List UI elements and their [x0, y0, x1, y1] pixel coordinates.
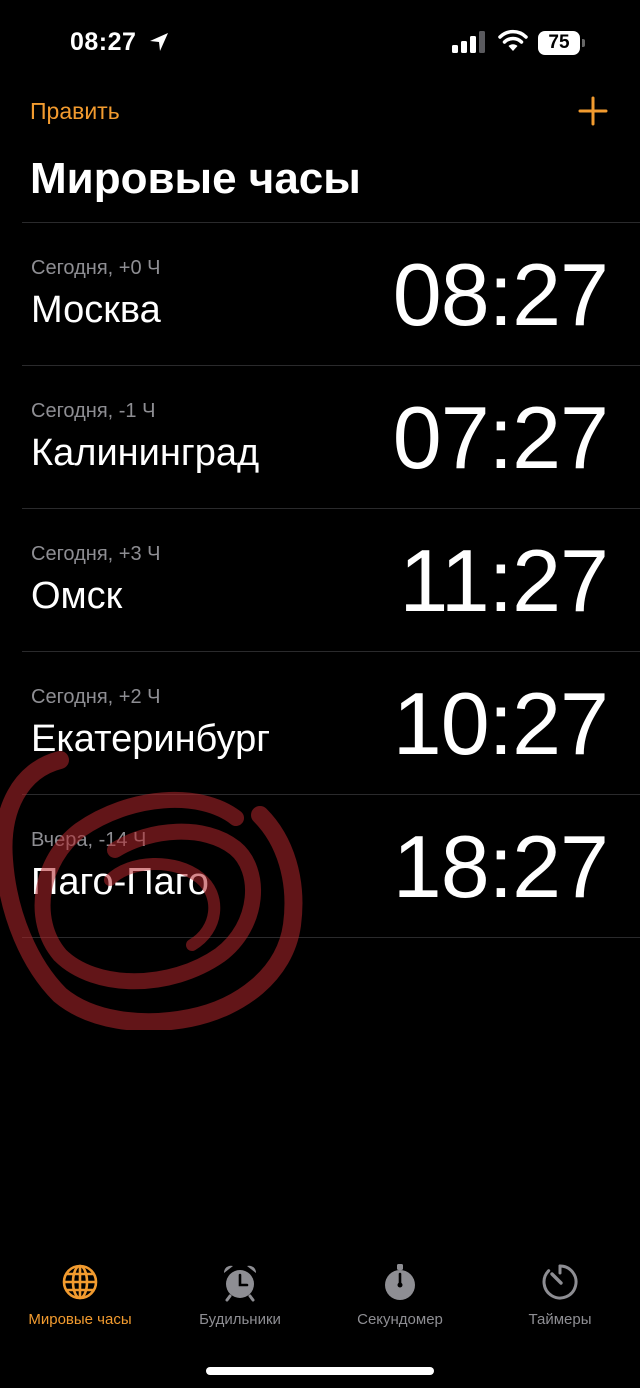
location-arrow-icon	[150, 33, 168, 51]
page-title: Мировые часы	[30, 154, 361, 203]
timer-icon	[542, 1264, 578, 1300]
clock-offset: Сегодня, +2 Ч	[31, 686, 161, 708]
tab-label: Мировые часы	[28, 1311, 132, 1328]
clock-city: Калининград	[31, 432, 260, 474]
battery-icon: 75	[538, 31, 586, 55]
globe-icon	[62, 1264, 98, 1300]
clock-time: 08:27	[392, 245, 609, 344]
tab-bar: Мировые часы Будильники Секундомер Тайме…	[0, 1262, 640, 1342]
tab-timers[interactable]: Таймеры	[480, 1262, 640, 1328]
clock-city: Москва	[31, 289, 161, 331]
tab-label: Будильники	[199, 1311, 281, 1328]
clock-city: Екатеринбург	[31, 718, 271, 760]
clock-offset: Вчера, -14 Ч	[31, 829, 147, 851]
alarm-clock-icon	[223, 1265, 257, 1302]
tab-world-clock[interactable]: Мировые часы	[0, 1262, 160, 1328]
add-icon[interactable]	[576, 94, 610, 128]
tab-label: Таймеры	[528, 1311, 592, 1328]
home-indicator[interactable]	[206, 1367, 434, 1375]
clock-city: Паго-Паго	[31, 861, 209, 903]
clock-row-moscow[interactable]: Сегодня, +0 Ч Москва 08:27	[22, 222, 640, 365]
clock-row-omsk[interactable]: Сегодня, +3 Ч Омск 11:27	[22, 508, 640, 651]
clock-time: 10:27	[392, 674, 609, 773]
clock-row-yekaterinburg[interactable]: Сегодня, +2 Ч Екатеринбург 10:27	[22, 651, 640, 794]
wifi-icon	[498, 29, 528, 51]
battery-level: 75	[548, 32, 570, 53]
status-time: 08:27	[70, 28, 137, 56]
world-clock-list: Сегодня, +0 Ч Москва 08:27 Сегодня, -1 Ч…	[22, 222, 640, 938]
status-bar: 08:27 75	[0, 0, 640, 88]
clock-time: 18:27	[392, 817, 609, 916]
tab-label: Секундомер	[357, 1311, 443, 1328]
clock-row-pago-pago[interactable]: Вчера, -14 Ч Паго-Паго 18:27	[22, 794, 640, 938]
clock-offset: Сегодня, +3 Ч	[31, 543, 161, 565]
stopwatch-icon	[385, 1264, 415, 1300]
tab-alarms[interactable]: Будильники	[160, 1262, 320, 1328]
clock-offset: Сегодня, -1 Ч	[31, 400, 156, 422]
clock-city: Омск	[31, 575, 123, 617]
cellular-signal-icon	[452, 31, 485, 53]
clock-offset: Сегодня, +0 Ч	[31, 257, 161, 279]
tab-stopwatch[interactable]: Секундомер	[320, 1262, 480, 1328]
edit-button[interactable]: Править	[30, 98, 120, 125]
clock-time: 11:27	[399, 531, 609, 630]
clock-time: 07:27	[392, 388, 609, 487]
clock-row-kaliningrad[interactable]: Сегодня, -1 Ч Калининград 07:27	[22, 365, 640, 508]
